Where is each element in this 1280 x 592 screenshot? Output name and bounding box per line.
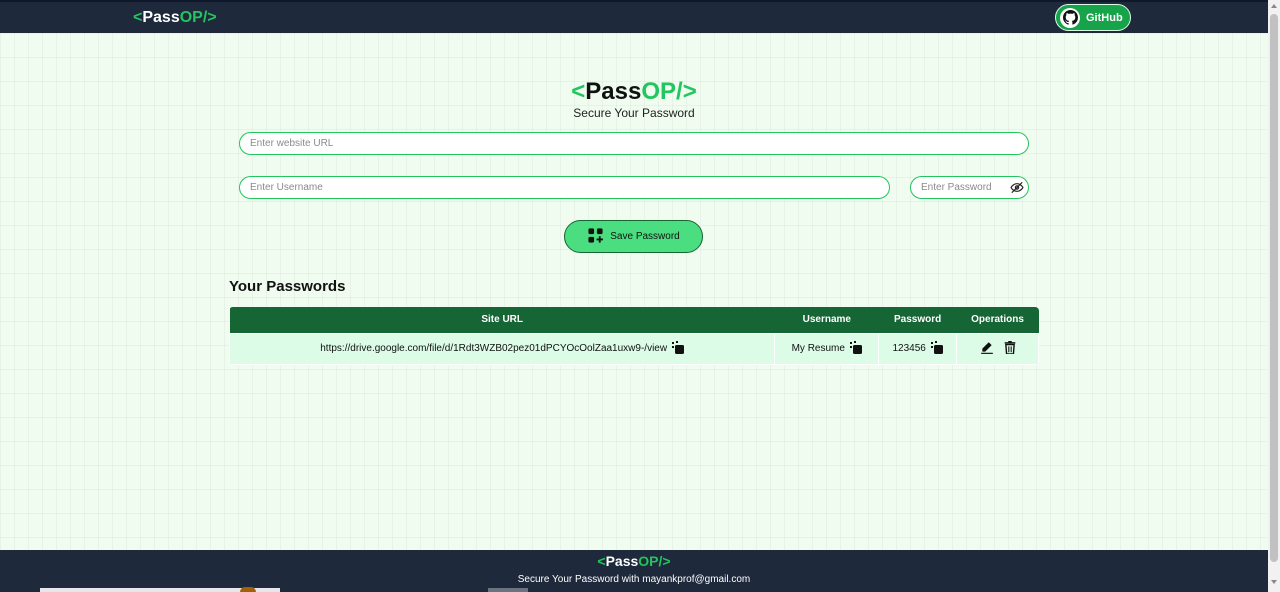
logo-accent: OP — [179, 9, 203, 26]
logo-name: Pass — [142, 9, 180, 26]
save-password-button[interactable]: Save Password — [564, 220, 703, 253]
password-value: 123456 — [892, 343, 926, 354]
logo-name: Pass — [605, 553, 639, 569]
logo-open-bracket: < — [597, 553, 606, 569]
copy-icon[interactable] — [672, 340, 685, 357]
github-label: GitHub — [1086, 11, 1123, 24]
logo-accent: OP — [638, 553, 659, 569]
logo-name: Pass — [585, 78, 642, 105]
logo-close-bracket: /> — [676, 78, 697, 105]
site-url-value[interactable]: https://drive.google.com/file/d/1Rdt3WZB… — [320, 343, 667, 354]
logo-open-bracket: < — [133, 9, 143, 26]
footer-logo: <PassOP/> — [0, 553, 1268, 569]
taskbar-segment — [488, 588, 528, 592]
hero-tagline: Secure Your Password — [573, 106, 695, 120]
username-input[interactable] — [239, 176, 890, 199]
site-url-cell: https://drive.google.com/file/d/1Rdt3WZB… — [229, 332, 776, 365]
column-operations: Operations — [971, 314, 1024, 326]
website-url-input[interactable] — [239, 132, 1029, 155]
logo-close-bracket: /> — [202, 9, 217, 26]
scrollbar-thumb[interactable] — [1270, 14, 1278, 562]
password-field — [910, 176, 1029, 199]
hero-logo: <PassOP/> — [0, 78, 1268, 106]
scroll-down-icon[interactable] — [1271, 580, 1277, 584]
copy-icon[interactable] — [849, 340, 862, 357]
operations-cell — [956, 332, 1039, 365]
github-icon — [1060, 7, 1080, 28]
column-password: Password — [894, 314, 942, 326]
footer: <PassOP/> Secure Your Password with maya… — [0, 550, 1268, 592]
column-site-url: Site URL — [481, 314, 524, 326]
footer-text: Secure Your Password with mayankprof@gma… — [517, 574, 751, 585]
nav-logo[interactable]: <PassOP/> — [133, 9, 217, 27]
logo-close-bracket: /> — [658, 553, 671, 569]
delete-icon[interactable] — [1004, 340, 1016, 357]
add-grid-icon — [587, 227, 604, 247]
logo-open-bracket: < — [571, 78, 586, 105]
scroll-up-icon[interactable] — [1271, 4, 1277, 8]
taskbar-avatar — [240, 587, 256, 592]
username-cell: My Resume — [774, 332, 880, 365]
password-cell: 123456 — [878, 332, 958, 365]
passwords-table: Site URL Username Password Operations ht… — [229, 307, 1039, 365]
edit-icon[interactable] — [980, 341, 994, 357]
table-row: https://drive.google.com/file/d/1Rdt3WZB… — [229, 332, 1039, 365]
table-header-row: Site URL Username Password Operations — [229, 307, 1039, 333]
scrollbar[interactable] — [1268, 0, 1280, 592]
column-username: Username — [802, 314, 851, 326]
username-value: My Resume — [791, 343, 845, 354]
save-password-label: Save Password — [610, 231, 680, 242]
logo-accent: OP — [641, 78, 677, 105]
copy-icon[interactable] — [930, 340, 943, 357]
navbar: <PassOP/> GitHub — [0, 0, 1268, 33]
passwords-title: Your Passwords — [229, 278, 346, 295]
github-button[interactable]: GitHub — [1055, 4, 1131, 31]
eye-off-icon[interactable] — [1010, 181, 1024, 194]
